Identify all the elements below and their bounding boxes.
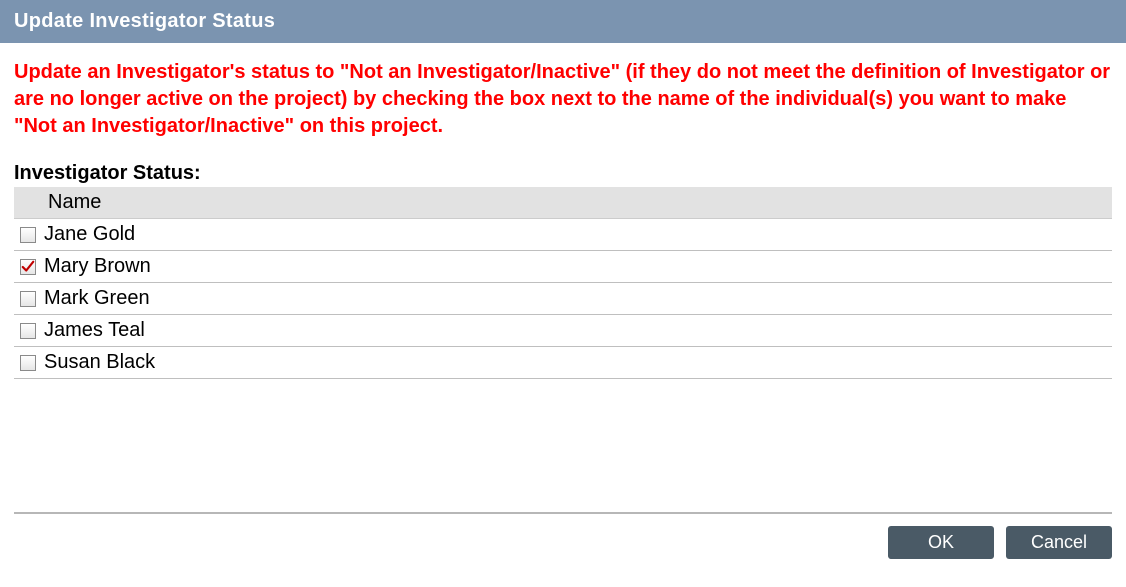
table-row: James Teal [14,315,1112,347]
investigator-name: Mark Green [44,287,150,310]
checkbox[interactable] [20,291,36,307]
investigator-name: James Teal [44,319,145,342]
table-row: Jane Gold [14,219,1112,251]
dialog-title: Update Investigator Status [14,10,275,32]
checkbox[interactable] [20,259,36,275]
table-row: Mary Brown [14,251,1112,283]
investigator-list: Name Jane Gold Mary Brown Mark Green James … [14,187,1112,379]
instructions-text: Update an Investigator's status to "Not … [14,59,1112,140]
dialog-title-bar: Update Investigator Status [0,0,1126,43]
checkbox[interactable] [20,227,36,243]
investigator-name: Jane Gold [44,223,135,246]
cancel-button[interactable]: Cancel [1006,526,1112,559]
table-row: Mark Green [14,283,1112,315]
table-row: Susan Black [14,347,1112,379]
section-label: Investigator Status: [14,162,1112,185]
investigator-name: Mary Brown [44,255,151,278]
checkbox[interactable] [20,323,36,339]
checkbox[interactable] [20,355,36,371]
ok-button[interactable]: OK [888,526,994,559]
dialog-footer: OK Cancel [14,512,1112,559]
button-row: OK Cancel [14,526,1112,559]
column-header-name: Name [14,187,1112,219]
footer-divider [14,512,1112,514]
dialog-content: Update an Investigator's status to "Not … [0,43,1126,379]
investigator-name: Susan Black [44,351,155,374]
